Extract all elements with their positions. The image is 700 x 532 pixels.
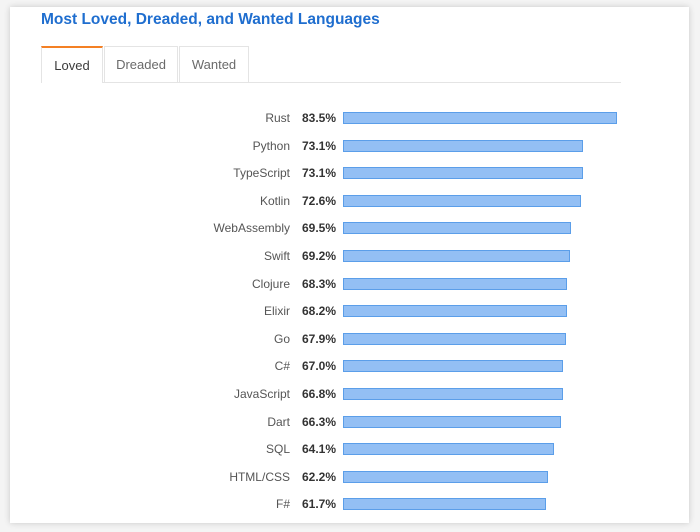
bar-row: JavaScript 66.8% <box>0 386 700 402</box>
bar-row: HTML/CSS 62.2% <box>0 469 700 485</box>
bar <box>343 112 617 124</box>
category-label: Python <box>252 138 290 153</box>
chart-title: Most Loved, Dreaded, and Wanted Language… <box>41 11 380 28</box>
bar <box>343 415 561 428</box>
value-label: 72.6% <box>302 193 337 208</box>
bar-row: Kotlin 72.6% <box>0 193 700 209</box>
category-label: WebAssembly <box>213 221 290 236</box>
category-label: Clojure <box>251 276 290 291</box>
bar <box>343 194 582 207</box>
category-label: Kotlin <box>259 193 290 208</box>
bar-row: Dart 66.3% <box>0 414 700 430</box>
bar <box>343 470 548 483</box>
tab-dreaded[interactable]: Dreaded <box>104 46 178 82</box>
value-label: 68.2% <box>302 304 337 319</box>
bar-row: C# 67.0% <box>0 358 700 374</box>
value-label: 66.3% <box>302 414 337 429</box>
value-label: 69.2% <box>302 249 337 263</box>
value-label: 83.5% <box>302 111 337 125</box>
category-label: Go <box>273 331 290 346</box>
bar-row: TypeScript 73.1% <box>0 165 700 181</box>
category-label: TypeScript <box>233 166 290 181</box>
bar <box>343 305 568 318</box>
value-label: 73.1% <box>302 166 337 181</box>
value-label: 62.2% <box>302 469 337 484</box>
tab-dreaded-label: Dreaded <box>116 57 166 72</box>
bar-row: Python 73.1% <box>0 138 700 154</box>
category-label: JavaScript <box>233 387 290 401</box>
bar <box>343 222 572 235</box>
value-label: 73.1% <box>302 138 337 153</box>
category-label: F# <box>275 497 290 512</box>
value-label: 67.0% <box>302 359 337 374</box>
bar <box>343 277 568 290</box>
tab-bar: Loved Dreaded Wanted <box>41 46 621 83</box>
bar <box>343 443 554 456</box>
value-label: 69.5% <box>302 221 337 236</box>
value-label: 66.8% <box>302 387 337 401</box>
bar <box>343 139 584 152</box>
bar-row: Go 67.9% <box>0 331 700 347</box>
value-label: 67.9% <box>302 331 337 346</box>
bar-row: Clojure 68.3% <box>0 276 700 292</box>
bar <box>343 388 563 400</box>
bar-row: WebAssembly 69.5% <box>0 220 700 236</box>
bar-row: SQL 64.1% <box>0 441 700 457</box>
value-label: 68.3% <box>302 276 337 291</box>
tab-loved[interactable]: Loved <box>41 46 103 83</box>
bar <box>343 332 567 345</box>
value-label: 64.1% <box>302 442 337 457</box>
value-label: 61.7% <box>302 497 337 512</box>
bar-row: Elixir 68.2% <box>0 303 700 319</box>
bar-row: Swift 69.2% <box>0 248 700 264</box>
category-label: HTML/CSS <box>229 469 290 484</box>
category-label: SQL <box>265 442 290 457</box>
bar <box>343 167 584 180</box>
bar <box>343 250 571 262</box>
bar <box>343 498 546 511</box>
category-label: Swift <box>263 249 290 263</box>
bar-row: F# 61.7% <box>0 496 700 512</box>
bar-row: Rust 83.5% <box>0 110 700 126</box>
category-label: C# <box>274 359 290 374</box>
tab-wanted[interactable]: Wanted <box>179 46 249 82</box>
tab-wanted-label: Wanted <box>191 57 237 72</box>
category-label: Dart <box>267 414 290 429</box>
category-label: Elixir <box>264 304 290 319</box>
tab-loved-label: Loved <box>54 58 90 73</box>
category-label: Rust <box>265 111 290 125</box>
bar <box>343 360 564 373</box>
